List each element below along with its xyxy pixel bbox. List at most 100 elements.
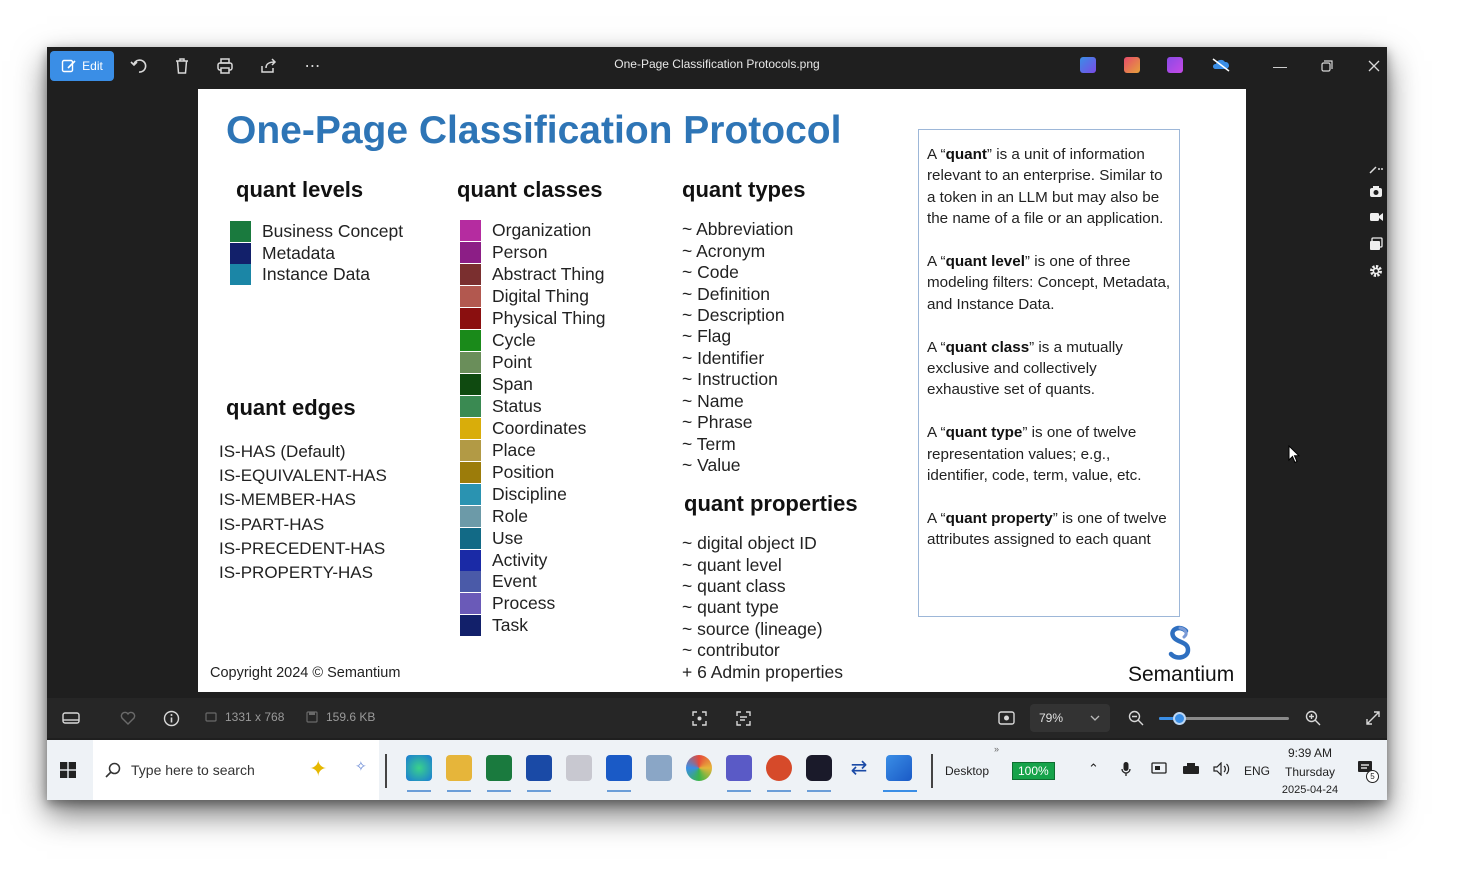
quant-level-item: Instance Data [230,264,403,286]
zoom-slider-thumb[interactable] [1173,712,1186,725]
camera-icon[interactable] [1369,184,1383,198]
quant-edge-item: IS-EQUIVALENT-HAS [219,464,387,488]
fullscreen-icon[interactable] [1365,710,1381,726]
zoom-value: 79% [1039,711,1064,725]
quant-levels-heading: quant levels [236,177,364,202]
edge-active-indicator [407,790,431,792]
clock-time[interactable]: 9:39 AM [1288,746,1332,760]
quant-class-item-label: Role [492,505,528,526]
paint-icon[interactable] [1080,57,1096,73]
clock-day[interactable]: Thursday [1280,765,1340,779]
battery-indicator[interactable]: 100% [1012,762,1055,780]
zoom-dropdown[interactable]: 79% [1030,704,1110,732]
color-swatch [460,264,481,286]
clock-date[interactable]: 2025-04-24 [1278,784,1342,796]
color-swatch [460,593,481,615]
quant-properties-heading: quant properties [684,491,858,516]
teams-active-indicator [727,790,751,792]
window-capture-icon[interactable] [1369,237,1383,251]
color-swatch [230,221,251,243]
quant-type-item-label: ~ Description [682,304,785,325]
excel-icon[interactable] [486,755,512,781]
microphone-icon[interactable] [1121,761,1131,777]
image-dimensions: 1331 x 768 [205,710,284,724]
zoom-out-icon[interactable] [1128,710,1144,726]
settings-icon[interactable] [1369,264,1383,278]
quant-types-heading: quant types [682,177,806,202]
paint-app-icon[interactable] [566,755,592,781]
favorite-icon[interactable] [120,711,136,725]
quant-level-item-label: Instance Data [262,264,370,285]
actual-size-icon[interactable] [998,711,1015,725]
quant-level-item: Business Concept [230,221,403,243]
tray-chevron-up-icon[interactable]: ⌃ [1088,761,1099,777]
lync-icon[interactable] [526,755,552,781]
video-camera-icon[interactable] [1369,210,1383,224]
photos-icon[interactable] [886,755,912,781]
copilot-icon[interactable] [1124,57,1140,73]
volume-icon[interactable] [1213,762,1231,776]
definition-paragraph: A “quant” is a unit of information relev… [927,144,1171,230]
display-icon[interactable] [1151,762,1167,776]
slide-title: One-Page Classification Protocol [226,109,842,152]
crop-icon[interactable] [691,710,708,727]
color-swatch [460,220,481,242]
taskbar-search[interactable]: Type here to search ✦ ✧ [93,740,379,800]
definition-text: A “ [927,509,946,527]
quant-property-item-label: ~ quant class [682,575,786,596]
file-explorer-icon[interactable] [446,755,472,781]
quant-class-item: Process [460,593,606,615]
more-toolbar-icon[interactable]: » [994,744,999,754]
quant-class-item-label: Organization [492,220,592,241]
info-icon[interactable] [163,710,180,727]
quant-type-item: ~ Phrase [682,412,793,433]
quant-class-item: Task [460,615,606,637]
network-icon[interactable] [1182,763,1200,775]
quant-edge-item: IS-MEMBER-HAS [219,488,387,512]
definition-paragraph: A “quant class” is a mutually exclusive … [927,337,1171,401]
text-recognition-icon[interactable] [735,710,752,727]
edge-icon[interactable] [406,755,432,781]
zoom-slider-track[interactable] [1159,712,1289,725]
teams-icon[interactable] [726,755,752,781]
quant-edge-item-label: IS-PRECEDENT-HAS [219,538,386,558]
search-placeholder: Type here to search [131,762,255,778]
onedrive-off-icon[interactable] [1211,57,1230,73]
chrome-icon[interactable] [686,755,712,781]
app-icon[interactable] [646,755,672,781]
image-viewer-window: Edit ⋯ One-Page Classification Protocols… [47,47,1387,800]
definition-term: quant type [945,424,1023,442]
windows-start-icon[interactable] [60,762,76,778]
quant-property-item-label: ~ source (lineage) [682,618,823,639]
desktop-toolbar-label[interactable]: Desktop [945,764,989,778]
pen-icon[interactable] [1369,165,1383,175]
quant-type-item-label: ~ Name [682,390,744,411]
quant-property-item-label: ~ quant type [682,597,779,618]
quant-property-item: ~ quant class [682,576,843,597]
quant-property-item: ~ quant type [682,597,843,618]
minimize-button[interactable]: — [1265,51,1295,81]
quant-type-item: ~ Instruction [682,369,793,390]
quant-edge-item: IS-PROPERTY-HAS [219,561,387,585]
quant-edge-item-label: IS-EQUIVALENT-HAS [219,466,387,486]
copilot-sparkle-icon[interactable]: ✦ [309,756,327,782]
quant-property-item-label: ~ quant level [682,554,782,575]
clipchamp-icon[interactable] [1167,57,1183,73]
powerpoint-icon[interactable] [766,755,792,781]
input-language[interactable]: ENG [1244,764,1270,778]
quant-property-item: ~ quant level [682,554,843,575]
zoom-in-icon[interactable] [1305,710,1321,726]
remote-desktop-icon[interactable]: ⇄ [846,755,872,781]
semantium-logo-icon [1168,625,1191,660]
file-size-text: 159.6 KB [326,710,376,724]
zoom-app-icon[interactable] [806,755,832,781]
restore-button[interactable] [1312,51,1342,81]
quant-class-item-label: Discipline [492,483,567,504]
quant-edge-item: IS-PART-HAS [219,513,387,537]
definition-term: quant level [945,253,1025,271]
filmstrip-icon[interactable] [62,711,80,725]
quant-edges-list: IS-HAS (Default) IS-EQUIVALENT-HAS IS-MEMB… [219,440,387,585]
quant-classes-list: Organization Person Abstract Thing Digital … [460,220,606,637]
close-button[interactable] [1360,51,1387,81]
word-icon[interactable] [606,755,632,781]
